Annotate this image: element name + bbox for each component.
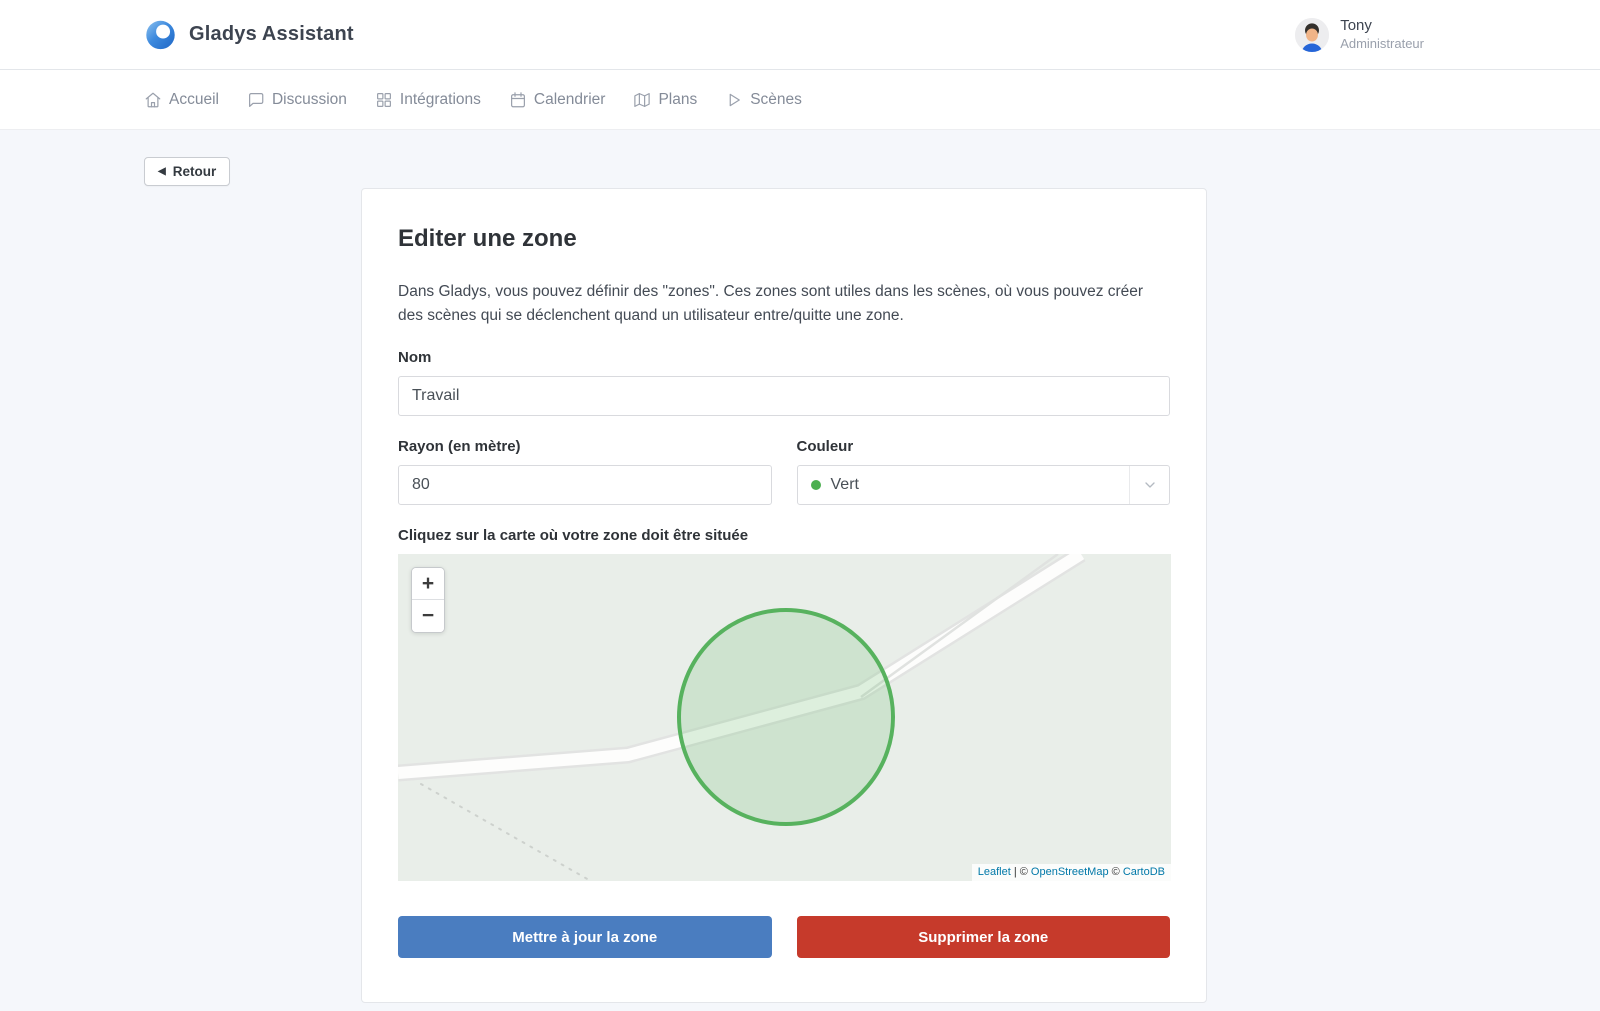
map-attribution: Leaflet | © OpenStreetMap © CartoDB <box>972 864 1171 881</box>
nav-label: Intégrations <box>400 91 481 109</box>
user-name: Tony <box>1340 17 1424 36</box>
back-arrow-icon: ◀ <box>158 166 166 177</box>
nav-item-calendrier[interactable]: Calendrier <box>509 91 606 109</box>
delete-zone-button[interactable]: Supprimer la zone <box>797 916 1171 958</box>
nav-label: Accueil <box>169 91 219 109</box>
back-label: Retour <box>173 164 217 179</box>
main-nav: Accueil Discussion Intégrations <box>0 70 1600 130</box>
play-icon <box>725 91 743 109</box>
copyright-sign: © <box>1112 866 1120 878</box>
nav-item-discussion[interactable]: Discussion <box>247 91 347 109</box>
nav-label: Calendrier <box>534 91 606 109</box>
message-icon <box>247 91 265 109</box>
map-canvas <box>398 554 1171 881</box>
attribution-divider: | <box>1014 866 1017 878</box>
nav-item-plans[interactable]: Plans <box>633 91 697 109</box>
gladys-logo-icon <box>144 18 177 51</box>
radius-input[interactable] <box>398 465 772 505</box>
map-zoom-control: + − <box>411 567 445 633</box>
name-input[interactable] <box>398 376 1170 416</box>
zone-circle <box>679 610 893 824</box>
color-label: Couleur <box>797 438 1171 455</box>
color-value: Vert <box>831 476 859 494</box>
color-select[interactable]: Vert <box>797 465 1171 505</box>
app-title: Gladys Assistant <box>189 23 354 46</box>
nav-item-scenes[interactable]: Scènes <box>725 91 802 109</box>
radius-label: Rayon (en mètre) <box>398 438 772 455</box>
nav-label: Plans <box>658 91 697 109</box>
zone-description: Dans Gladys, vous pouvez définir des "zo… <box>398 280 1170 328</box>
brand-link[interactable]: Gladys Assistant <box>144 18 354 51</box>
name-label: Nom <box>398 349 1170 366</box>
user-avatar <box>1295 18 1329 52</box>
nav-item-integrations[interactable]: Intégrations <box>375 91 481 109</box>
map-icon <box>633 91 651 109</box>
copyright-sign: © <box>1020 866 1028 878</box>
user-role: Administrateur <box>1340 36 1424 52</box>
edit-zone-card: Editer une zone Dans Gladys, vous pouvez… <box>361 188 1207 1003</box>
map-secondary-path <box>861 554 1058 697</box>
back-button[interactable]: ◀ Retour <box>144 157 230 186</box>
nav-item-accueil[interactable]: Accueil <box>144 91 219 109</box>
cartodb-link[interactable]: CartoDB <box>1123 866 1165 878</box>
grid-icon <box>375 91 393 109</box>
calendar-icon <box>509 91 527 109</box>
user-menu[interactable]: Tony Administrateur <box>1295 17 1456 52</box>
map-instruction-label: Cliquez sur la carte où votre zone doit … <box>398 527 1170 544</box>
update-zone-button[interactable]: Mettre à jour la zone <box>398 916 772 958</box>
nav-label: Scènes <box>750 91 802 109</box>
home-icon <box>144 91 162 109</box>
zoom-in-button[interactable]: + <box>412 568 444 600</box>
leaflet-link[interactable]: Leaflet <box>978 866 1011 878</box>
zoom-out-button[interactable]: − <box>412 600 444 632</box>
app-header: Gladys Assistant Tony Administrateur <box>0 0 1600 70</box>
osm-link[interactable]: OpenStreetMap <box>1031 866 1109 878</box>
nav-label: Discussion <box>272 91 347 109</box>
page-title: Editer une zone <box>398 225 1170 253</box>
map-dotted-path <box>421 784 596 881</box>
chevron-down-icon <box>1129 466 1169 504</box>
page: Gladys Assistant Tony Administrateur <box>0 0 1600 1011</box>
zone-map[interactable]: + − Leaflet | © OpenStreetMap © CartoDB <box>398 554 1171 881</box>
color-dot-icon <box>811 480 821 490</box>
